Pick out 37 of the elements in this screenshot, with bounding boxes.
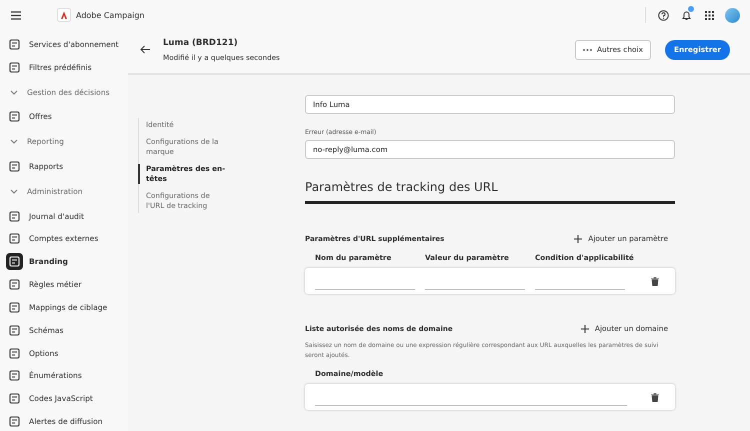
delete-button[interactable] <box>651 276 659 286</box>
page-icon <box>9 370 20 382</box>
help-button[interactable] <box>656 8 670 22</box>
page-icon <box>9 279 20 290</box>
page-icon <box>9 160 20 172</box>
app-title: Adobe Campaign <box>76 10 144 20</box>
logo-icon <box>57 8 71 22</box>
avatar[interactable] <box>725 8 740 22</box>
apps-button[interactable] <box>702 8 716 22</box>
chevron-icon <box>10 139 18 144</box>
section-title: Paramètres de tracking des URL <box>305 180 499 194</box>
page-icon <box>9 302 20 313</box>
menu-icon <box>11 10 21 20</box>
trash-icon <box>651 276 659 286</box>
chevron-icon <box>10 188 18 194</box>
trash-icon <box>651 392 659 402</box>
page-icon <box>9 256 20 268</box>
chevron-icon <box>10 90 18 95</box>
page-icon <box>9 62 20 73</box>
delete-button[interactable] <box>651 392 659 402</box>
arrow-left-icon <box>140 45 151 54</box>
plus-icon <box>574 234 582 242</box>
page-icon <box>9 38 20 50</box>
page-icon <box>9 210 20 222</box>
page-title: Luma (BRD121) <box>163 38 239 48</box>
page-icon <box>9 393 20 404</box>
plus-icon <box>580 324 589 332</box>
grid-icon <box>704 10 714 20</box>
bell-icon <box>680 10 692 20</box>
page-icon <box>9 324 20 336</box>
back-button[interactable] <box>140 45 151 54</box>
page-icon <box>9 233 20 244</box>
page-icon <box>9 348 20 359</box>
page-icon <box>9 416 20 428</box>
page-icon <box>9 111 20 122</box>
help-icon <box>658 10 668 20</box>
notifications-button[interactable] <box>679 8 693 22</box>
